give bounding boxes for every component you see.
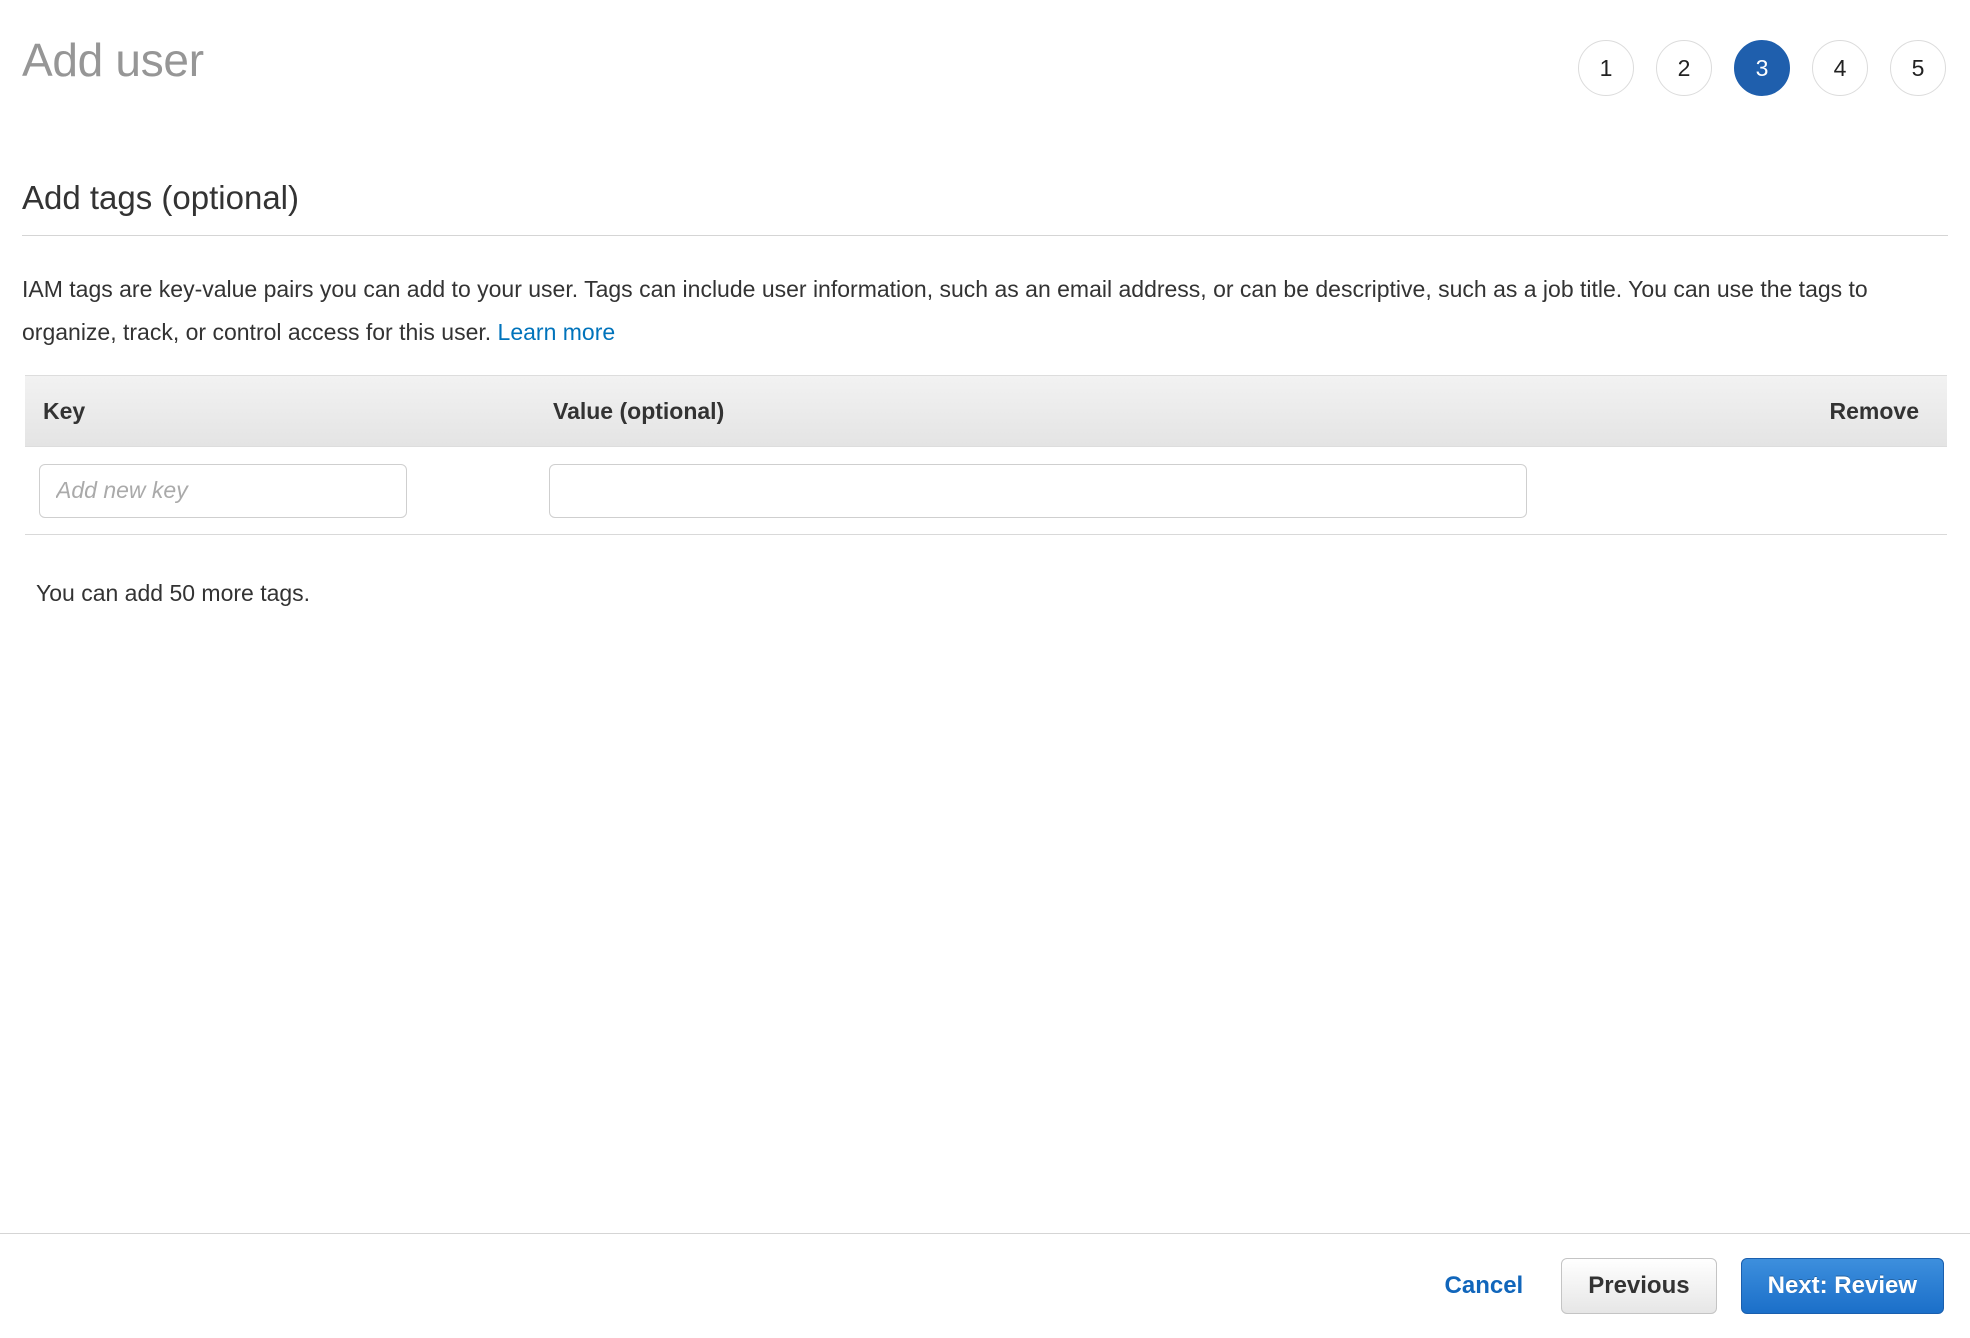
step-indicator-1[interactable]: 1: [1578, 40, 1634, 96]
add-user-page: Add user 1 2 3 4 5 Add tags (optional) I…: [0, 0, 1970, 1338]
next-review-button[interactable]: Next: Review: [1740, 1258, 1944, 1314]
page-header: Add user 1 2 3 4 5: [0, 0, 1970, 132]
column-header-remove: Remove: [1829, 397, 1919, 424]
step-indicator-3[interactable]: 3: [1734, 40, 1790, 96]
tags-remaining-text: You can add 50 more tags.: [36, 580, 311, 606]
cell-value: [549, 463, 1733, 518]
cell-key: [39, 463, 549, 518]
step-indicator-2[interactable]: 2: [1656, 40, 1712, 96]
table-row: [25, 447, 1947, 535]
page-title: Add user: [22, 34, 204, 86]
tags-table-header: Key Value (optional) Remove: [25, 375, 1947, 447]
step-indicator-4[interactable]: 4: [1812, 40, 1868, 96]
learn-more-link[interactable]: Learn more: [498, 319, 616, 345]
step-indicator-5[interactable]: 5: [1890, 40, 1946, 96]
tag-key-input[interactable]: [39, 463, 407, 518]
description-text: IAM tags are key-value pairs you can add…: [22, 276, 1868, 345]
heading-divider: [22, 235, 1948, 236]
page-footer: Cancel Previous Next: Review: [0, 1234, 1970, 1338]
column-header-key: Key: [43, 397, 86, 424]
cancel-button[interactable]: Cancel: [1431, 1264, 1538, 1308]
step-indicator: 1 2 3 4 5: [1578, 40, 1946, 96]
previous-button[interactable]: Previous: [1561, 1258, 1717, 1314]
section-description: IAM tags are key-value pairs you can add…: [22, 268, 1952, 354]
section-heading: Add tags (optional): [22, 179, 300, 216]
tag-value-input[interactable]: [549, 463, 1527, 518]
column-header-value: Value (optional): [553, 397, 725, 424]
tags-table: Key Value (optional) Remove: [25, 375, 1947, 535]
